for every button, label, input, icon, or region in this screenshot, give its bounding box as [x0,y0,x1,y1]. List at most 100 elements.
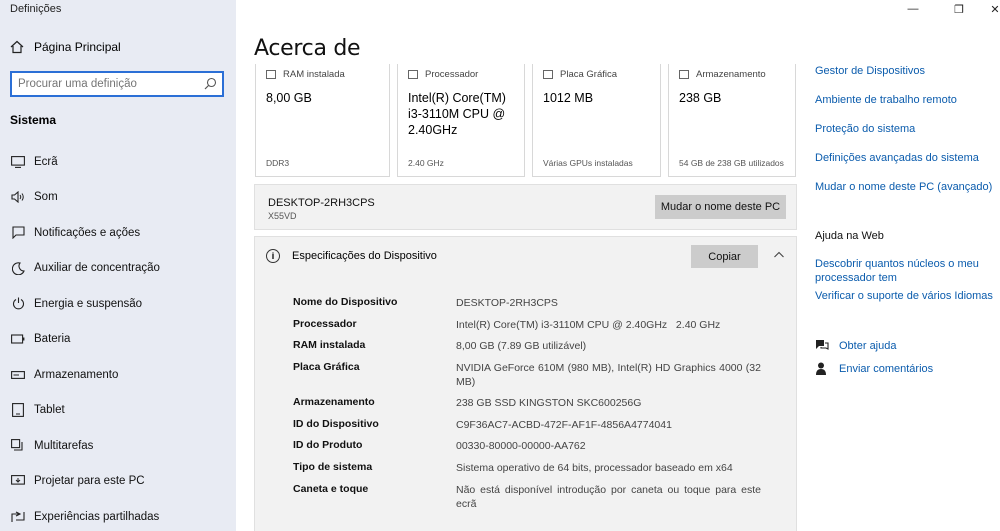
sidebar-item-label: Bateria [34,333,71,346]
device-specifications-panel: i Especificações do Dispositivo Copiar N… [254,236,797,531]
specs-title: Especificações do Dispositivo [292,250,437,262]
get-help-link[interactable]: Obter ajuda [815,339,896,352]
multitask-icon [10,438,26,454]
spec-row: Placa Gráfica NVIDIA GeForce 610M (980 MB… [293,361,761,388]
sidebar-item-label: Tablet [34,404,65,417]
web-help-heading: Ajuda na Web [815,230,884,242]
sidebar-item-project-to-pc[interactable]: Projetar para este PC [0,464,236,500]
sidebar-item-power-sleep[interactable]: Energia e suspensão [0,286,236,322]
close-button[interactable]: ✕ [980,0,1000,18]
ram-card: RAM instalada 8,00 GB DDR3 [255,64,390,177]
card-footnote: Várias GPUs instaladas [543,158,633,168]
send-feedback-label: Enviar comentários [839,363,934,375]
cpu-cores-link[interactable]: Descobrir quantos núcleos o meu processa… [815,257,995,285]
sidebar-item-tablet[interactable]: Tablet [0,393,236,429]
storage-card-icon [679,70,689,79]
display-icon [10,154,26,170]
sidebar-item-battery[interactable]: Bateria [0,322,236,358]
rename-pc-button[interactable]: Mudar o nome deste PC [655,195,786,219]
sidebar-item-multitasking[interactable]: Multitarefas [0,428,236,464]
notification-icon [10,225,26,241]
device-name-bar: DESKTOP-2RH3CPS X55VD Mudar o nome deste… [254,184,797,230]
sidebar-item-label: Projetar para este PC [34,475,145,488]
card-footnote: 54 GB de 238 GB utilizados [679,158,784,168]
spec-row: Processador Intel(R) Core(TM) i3-3110M CP… [293,318,721,331]
language-support-link[interactable]: Verificar o suporte de vários Idiomas [815,290,993,302]
sidebar-item-display[interactable]: Ecrã [0,144,236,180]
graphics-icon [543,70,553,79]
graphics-card: Placa Gráfica 1012 MB Várias GPUs instal… [532,64,661,177]
send-feedback-link[interactable]: Enviar comentários [815,362,933,376]
sidebar-item-storage[interactable]: Armazenamento [0,357,236,393]
storage-card: Armazenamento 238 GB 54 GB de 238 GB uti… [668,64,796,177]
card-label: Processador [425,69,479,80]
copy-button[interactable]: Copiar [691,245,758,268]
card-value: Intel(R) Core(TM) i3-3110M CPU @ 2.40GHz [408,91,506,137]
remote-desktop-link[interactable]: Ambiente de trabalho remoto [815,94,957,106]
page-title: Acerca de [254,36,361,61]
card-value: 1012 MB [543,91,594,105]
home-label: Página Principal [34,40,121,54]
home-nav-item[interactable]: Página Principal [10,40,121,54]
speaker-icon [10,189,26,205]
project-icon [10,473,26,489]
get-help-label: Obter ajuda [839,339,897,352]
sidebar-item-focus-assist[interactable]: Auxiliar de concentração [0,251,236,287]
help-chat-icon [815,339,831,352]
card-label: RAM instalada [283,69,345,80]
spec-row: Caneta e toque Não está disponível introd… [293,483,761,510]
processor-card: Processador Intel(R) Core(TM) i3-3110M C… [397,64,525,177]
sidebar-nav: Ecrã Som Notificações e ações Auxiliar d… [0,144,236,531]
spec-row: Tipo de sistema Sistema operativo de 64 b… [293,461,733,474]
spec-row: ID do Dispositivo C9F36AC7-ACBD-472F-AF1F… [293,418,672,431]
spec-row: ID do Produto 00330-80000-00000-AA762 [293,439,586,452]
sidebar-item-notifications[interactable]: Notificações e ações [0,215,236,251]
card-value: 238 GB [679,91,722,105]
sidebar-item-shared-experiences[interactable]: Experiências partilhadas [0,499,236,531]
search-input[interactable] [12,73,192,95]
sidebar-item-label: Experiências partilhadas [34,510,160,523]
sidebar-item-sound[interactable]: Som [0,180,236,216]
feedback-person-icon [815,362,831,376]
card-label: Armazenamento [696,69,766,80]
device-model: X55VD [268,211,297,221]
moon-icon [10,260,26,276]
search-icon[interactable] [204,77,217,90]
storage-icon [10,367,26,383]
sidebar-item-label: Ecrã [34,155,58,168]
sidebar-item-label: Notificações e ações [34,226,141,239]
sidebar-item-label: Multitarefas [34,439,94,452]
system-protection-link[interactable]: Proteção do sistema [815,123,915,135]
battery-icon [10,331,26,347]
tablet-icon [10,402,26,418]
sidebar-item-label: Som [34,191,58,204]
info-icon: i [266,249,280,263]
card-footnote: DDR3 [266,158,290,168]
rename-pc-advanced-link[interactable]: Mudar o nome deste PC (avançado) [815,181,992,193]
spec-row: Nome do Dispositivo DESKTOP-2RH3CPS [293,296,558,309]
device-name: DESKTOP-2RH3CPS [268,197,375,209]
device-manager-link[interactable]: Gestor de Dispositivos [815,65,925,77]
section-title: Sistema [10,113,57,127]
sidebar-item-label: Auxiliar de concentração [34,262,160,275]
home-icon [10,40,24,54]
shared-icon [10,509,26,525]
chevron-up-icon[interactable] [773,249,785,261]
processor-icon [408,70,418,79]
card-value: 8,00 GB [266,91,312,105]
power-icon [10,296,26,312]
ram-icon [266,70,276,79]
sidebar-item-label: Armazenamento [34,368,119,381]
card-footnote: 2.40 GHz [408,158,444,168]
sidebar-item-label: Energia e suspensão [34,297,143,310]
specs-header[interactable]: i Especificações do Dispositivo [266,249,437,263]
spec-row: Armazenamento 238 GB SSD KINGSTON SKC6002… [293,396,642,409]
app-title: Definições [10,3,62,15]
sidebar: Definições Página Principal Sistema Ecrã… [0,0,236,531]
minimize-button[interactable]: — [898,0,928,18]
restore-button[interactable]: ❐ [944,0,974,18]
advanced-system-settings-link[interactable]: Definições avançadas do sistema [815,152,979,164]
card-label: Placa Gráfica [560,69,618,80]
spec-row: RAM instalada 8,00 GB (7.89 GB utilizável… [293,339,587,352]
search-box[interactable] [10,71,224,97]
